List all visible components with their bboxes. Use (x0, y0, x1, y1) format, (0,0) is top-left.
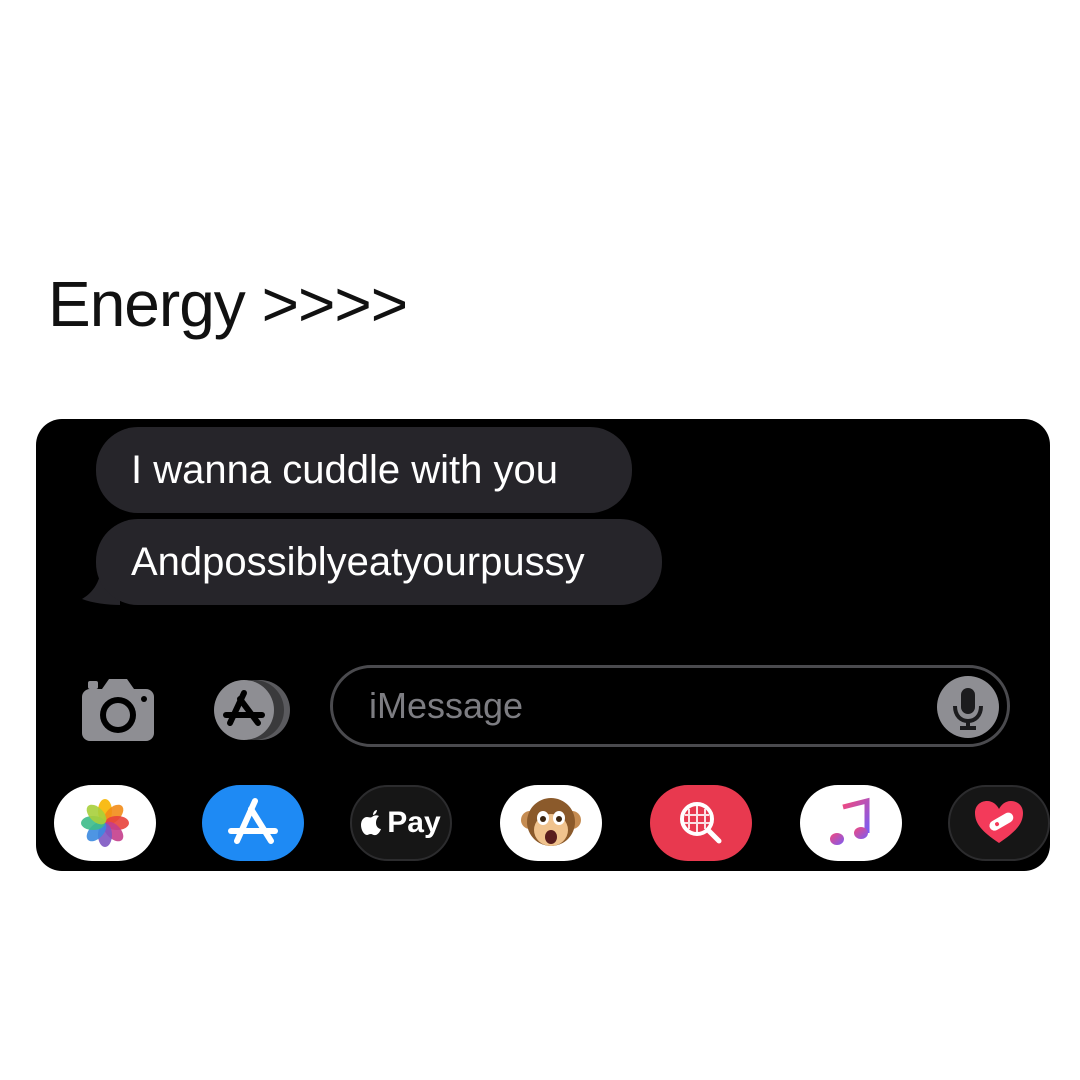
music-app-icon (830, 797, 870, 845)
animoji-app-icon (521, 798, 581, 846)
photos-app-icon (81, 799, 129, 847)
message-bubble[interactable]: I wanna cuddle with you (96, 427, 632, 513)
apple-pay-app-button[interactable]: Pay (350, 785, 452, 861)
digital-touch-app-button[interactable] (948, 785, 1050, 861)
microphone-button[interactable] (937, 676, 999, 738)
app-store-app-button[interactable] (202, 785, 304, 861)
apple-logo-icon (361, 810, 382, 836)
message-text: I wanna cuddle with you (131, 448, 558, 492)
apple-pay-label: Pay (387, 806, 441, 839)
photos-app-button[interactable] (54, 785, 156, 861)
digital-touch-app-icon (975, 801, 1023, 843)
message-input-placeholder: iMessage (369, 685, 524, 726)
animoji-app-button[interactable] (500, 785, 602, 861)
message-text: Andpossiblyeatyourpussy (131, 540, 585, 584)
camera-icon[interactable] (82, 679, 154, 741)
imessage-conversation: I wanna cuddle with you Andpossiblyeatyo… (36, 419, 1050, 871)
caption-text: Energy >>>> (48, 268, 408, 340)
image-search-app-icon (680, 802, 722, 844)
message-bubble[interactable]: Andpossiblyeatyourpussy (96, 519, 662, 605)
message-input[interactable]: iMessage (330, 665, 1010, 747)
app-drawer: Pay (36, 785, 1050, 863)
app-store-app-icon (228, 798, 278, 844)
app-store-icon[interactable] (204, 679, 294, 741)
microphone-icon (953, 688, 983, 730)
image-search-app-button[interactable] (650, 785, 752, 861)
music-app-button[interactable] (800, 785, 902, 861)
